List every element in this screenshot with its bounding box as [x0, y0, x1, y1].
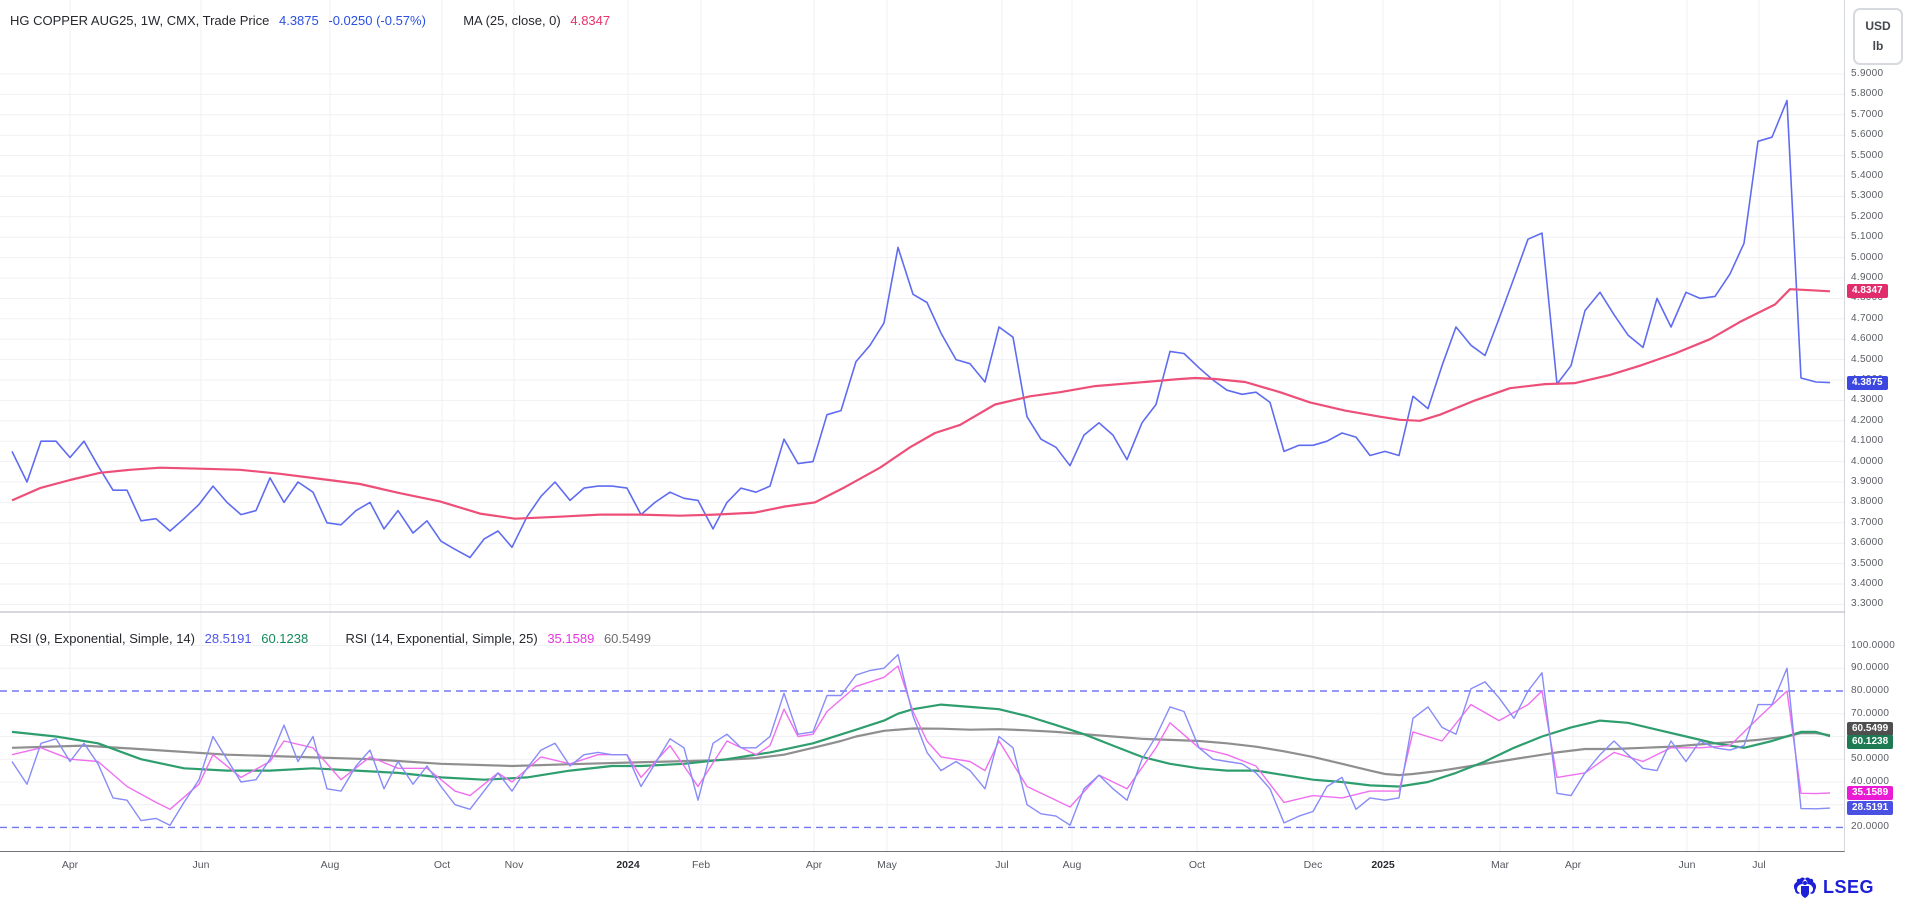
time-axis-label-jun: Jun [1679, 859, 1696, 871]
time-axis-label-jul: Jul [1752, 859, 1765, 871]
rsi9-line-series [12, 655, 1830, 826]
time-axis-label-mar: Mar [1491, 859, 1509, 871]
price-tick-label: 4.1000 [1851, 435, 1883, 446]
price-tick-label: 4.9000 [1851, 272, 1883, 283]
price-tick-label: 5.2000 [1851, 211, 1883, 222]
chart-canvas[interactable] [0, 0, 1916, 905]
rsi-tick-label: 80.0000 [1851, 685, 1889, 696]
price-tick-label: 3.9000 [1851, 476, 1883, 487]
time-axis-scale[interactable]: Apr Jun Aug Oct Nov 2024 Feb Apr May Jul Aug Oct Dec… [0, 852, 1845, 880]
chart-application: HG COPPER AUG25, 1W, CMX, Trade Price 4.… [0, 0, 1916, 905]
ma-study-value: 4.8347 [570, 13, 610, 28]
rsi-tick-label: 50.0000 [1851, 753, 1889, 764]
time-axis-label-2025: 2025 [1371, 859, 1394, 871]
lseg-logo-text: LSEG [1823, 877, 1874, 898]
rsi-tick-label: 90.0000 [1851, 662, 1889, 673]
time-axis-label-may: May [877, 859, 897, 871]
price-value-badge: 4.3875 [1847, 376, 1888, 390]
rsi9_ma14-line-series [12, 705, 1830, 787]
rsi-legend[interactable]: RSI (9, Exponential, Simple, 14) 28.5191… [10, 631, 657, 646]
rsi-tick-label: 100.0000 [1851, 640, 1895, 651]
time-axis-label-apr: Apr [1565, 859, 1581, 871]
lseg-logo: LSEG [1792, 876, 1874, 898]
rsi9_ma14-value-badge: 60.1238 [1847, 735, 1893, 749]
price-tick-label: 5.6000 [1851, 129, 1883, 140]
price-tick-label: 5.3000 [1851, 190, 1883, 201]
rsi14-study-label: RSI (14, Exponential, Simple, 25) [345, 631, 537, 646]
price-tick-label: 3.3000 [1851, 598, 1883, 609]
price-tick-label: 5.1000 [1851, 231, 1883, 242]
ma25-line-series [12, 289, 1830, 519]
price-tick-label: 4.3000 [1851, 394, 1883, 405]
instrument-title: HG COPPER AUG25, 1W, CMX, Trade Price [10, 13, 269, 28]
price-tick-label: 4.0000 [1851, 456, 1883, 467]
time-axis-label-2024: 2024 [616, 859, 639, 871]
price-line-series [12, 101, 1830, 558]
time-axis-label-aug: Aug [321, 859, 340, 871]
ma25-value-badge: 4.8347 [1847, 284, 1888, 298]
time-axis-label-nov: Nov [505, 859, 524, 871]
rsi14_ma25-value-badge: 60.5499 [1847, 722, 1893, 736]
rsi14-value-badge: 35.1589 [1847, 786, 1893, 800]
price-tick-label: 3.5000 [1851, 558, 1883, 569]
rsi9-value: 28.5191 [205, 631, 252, 646]
rsi9-ma-value: 60.1238 [261, 631, 308, 646]
rsi14-ma-value: 60.5499 [604, 631, 651, 646]
price-tick-label: 5.7000 [1851, 109, 1883, 120]
time-axis-label-feb: Feb [692, 859, 710, 871]
price-change-value: -0.0250 (-0.57%) [328, 13, 426, 28]
price-tick-label: 4.2000 [1851, 415, 1883, 426]
price-tick-label: 5.0000 [1851, 252, 1883, 263]
price-axis-scale[interactable]: USD lb 5.9000 5.8000 5.7000 5.6000 5.5000 5.4… [1845, 0, 1916, 880]
rsi9-value-badge: 28.5191 [1847, 801, 1893, 815]
rsi-tick-label: 20.0000 [1851, 821, 1889, 832]
time-axis-label-aug: Aug [1063, 859, 1082, 871]
unit-badge: USD lb [1853, 8, 1903, 65]
time-axis-label-jun: Jun [193, 859, 210, 871]
price-tick-label: 5.5000 [1851, 150, 1883, 161]
time-axis-label-jul: Jul [995, 859, 1008, 871]
unit-measure: lb [1855, 36, 1901, 56]
price-tick-label: 3.6000 [1851, 537, 1883, 548]
price-tick-label: 3.7000 [1851, 517, 1883, 528]
price-tick-label: 3.4000 [1851, 578, 1883, 589]
price-tick-label: 5.9000 [1851, 68, 1883, 79]
last-price-value: 4.3875 [279, 13, 319, 28]
time-axis-label-apr: Apr [62, 859, 78, 871]
lseg-crest-icon [1792, 876, 1818, 898]
time-axis-label-dec: Dec [1304, 859, 1323, 871]
time-axis-label-apr: Apr [806, 859, 822, 871]
price-legend[interactable]: HG COPPER AUG25, 1W, CMX, Trade Price 4.… [10, 13, 616, 28]
price-tick-label: 5.4000 [1851, 170, 1883, 181]
rsi14-value: 35.1589 [547, 631, 594, 646]
price-tick-label: 5.8000 [1851, 88, 1883, 99]
rsi-tick-label: 70.0000 [1851, 708, 1889, 719]
time-axis-label-oct: Oct [434, 859, 450, 871]
rsi9-study-label: RSI (9, Exponential, Simple, 14) [10, 631, 195, 646]
price-tick-label: 4.6000 [1851, 333, 1883, 344]
price-tick-label: 3.8000 [1851, 496, 1883, 507]
time-axis-label-oct: Oct [1189, 859, 1205, 871]
ma-study-label: MA (25, close, 0) [463, 13, 561, 28]
price-tick-label: 4.5000 [1851, 354, 1883, 365]
unit-currency: USD [1855, 16, 1901, 36]
price-tick-label: 4.7000 [1851, 313, 1883, 324]
